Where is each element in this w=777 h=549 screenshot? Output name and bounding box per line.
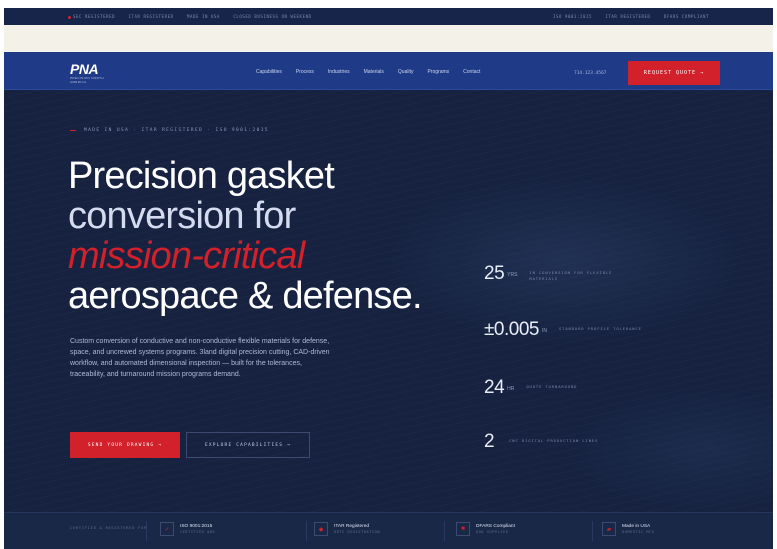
stat-item: ±0.005 IN STANDARD PROFILE TOLERANCE [484,320,669,340]
logo-tagline: PRECISION NORTH AMERICA [70,76,104,84]
cert-name: ISO 9001:2015 [180,524,213,529]
cert-sub: DOD SUPPLIER [476,530,509,534]
utility-item: CLOSED BUSINESS ON WEEKEND [233,14,312,19]
utility-left: SEC REGISTERED · ITAR REGISTERED · MADE … [68,14,312,19]
utility-bar: SEC REGISTERED · ITAR REGISTERED · MADE … [4,8,773,25]
cert-name: Made in USA [622,524,651,529]
stat-label: QUOTE TURNAROUND [526,384,578,389]
hero-section: MADE IN USA · ITAR REGISTERED · ISO 9001… [4,90,773,549]
headline-line: conversion for [68,195,296,237]
explore-capabilities-button[interactable]: EXPLORE CAPABILITIES → [186,432,310,458]
stat-label: IN CONVERSION FOR FLEXIBLE MATERIALS [529,270,613,281]
lock-icon: ■ [456,522,470,536]
nav-link-quality[interactable]: Quality [398,69,414,75]
stat-item: 2 CNC DIGITAL PRODUCTION LINES [484,432,619,452]
cert-item: ■ DFARS Compliant DOD SUPPLIER [456,522,515,536]
site-logo[interactable]: PNA PRECISION NORTH AMERICA [70,61,120,84]
request-quote-button[interactable]: REQUEST QUOTE → [628,61,720,85]
cert-item: ◆ ITAR Registered DDTC REGISTRATION [314,522,380,536]
divider [146,521,147,541]
cert-sub: DOMESTIC MFG [622,530,655,534]
flag-icon: ▰ [602,522,616,536]
hero-description: Custom conversion of conductive and non-… [70,338,330,378]
stat-value: 25 [484,263,505,284]
stat-value: 24 [484,377,505,398]
divider [592,521,593,541]
stat-value: 2 [484,431,495,452]
eyebrow-dash-icon [70,130,76,131]
utility-item: ITAR REGISTERED [128,14,174,19]
cert-name: DFARS Compliant [476,524,515,529]
page-frame: SEC REGISTERED · ITAR REGISTERED · MADE … [4,4,773,549]
status-dot-icon [68,15,71,19]
hero-headline: Precision gasket conversion for mission-… [68,155,423,317]
utility-item: ITAR REGISTERED [605,14,651,19]
stat-value: ±0.005 [484,319,539,340]
headline-line: aerospace & defense. [68,275,423,317]
certification-strip: CERTIFIED & REGISTERED FOR ✓ ISO 9001:20… [4,512,773,549]
nav-link-process[interactable]: Process [296,69,314,75]
nav-link-industries[interactable]: Industries [328,69,350,75]
cert-sub: CERTIFIED QMS [180,530,216,534]
main-nav: PNA PRECISION NORTH AMERICA Capabilities… [4,52,773,90]
utility-item: DFARS COMPLIANT [663,14,709,19]
cert-item: ✓ ISO 9001:2015 CERTIFIED QMS [160,522,215,536]
stat-label: STANDARD PROFILE TOLERANCE [558,326,642,331]
headline-accent: mission-critical [68,235,305,277]
stat-unit: HR [507,386,515,392]
nav-link-programs[interactable]: Programs [427,69,449,75]
divider [306,521,307,541]
stat-unit: IN [541,328,547,334]
announcement-spacer [4,25,773,52]
cert-sub: DDTC REGISTRATION [334,530,381,534]
headline-line: Precision gasket [68,155,335,197]
logo-wordmark: PNA [70,61,99,77]
divider [444,521,445,541]
utility-item: ISO 9001:2015 [552,14,593,19]
utility-item: MADE IN USA [186,14,221,19]
send-drawing-button[interactable]: SEND YOUR DRAWING → [70,432,180,458]
shield-icon: ◆ [314,522,328,536]
nav-link-contact[interactable]: Contact [463,69,480,75]
certification-intro: CERTIFIED & REGISTERED FOR [70,526,148,530]
nav-links: Capabilities Process Industries Material… [256,69,480,75]
cert-item: ▰ Made in USA DOMESTIC MFG [602,522,655,536]
nav-link-materials[interactable]: Materials [364,69,384,75]
utility-right: ISO 9001:2015 · ITAR REGISTERED · DFARS … [552,14,709,19]
cert-name: ITAR Registered [334,524,370,529]
nav-link-capabilities[interactable]: Capabilities [256,69,282,75]
check-icon: ✓ [160,522,174,536]
stat-item: 25 YRS IN CONVERSION FOR FLEXIBLE MATERI… [484,264,639,284]
utility-item: SEC REGISTERED [68,14,115,19]
nav-phone-link[interactable]: 714.123.4567 [574,71,607,76]
stat-label: CNC DIGITAL PRODUCTION LINES [509,438,599,443]
hero-eyebrow: MADE IN USA · ITAR REGISTERED · ISO 9001… [70,128,269,133]
stat-item: 24 HR QUOTE TURNAROUND [484,378,636,398]
stat-unit: YRS [507,272,518,278]
